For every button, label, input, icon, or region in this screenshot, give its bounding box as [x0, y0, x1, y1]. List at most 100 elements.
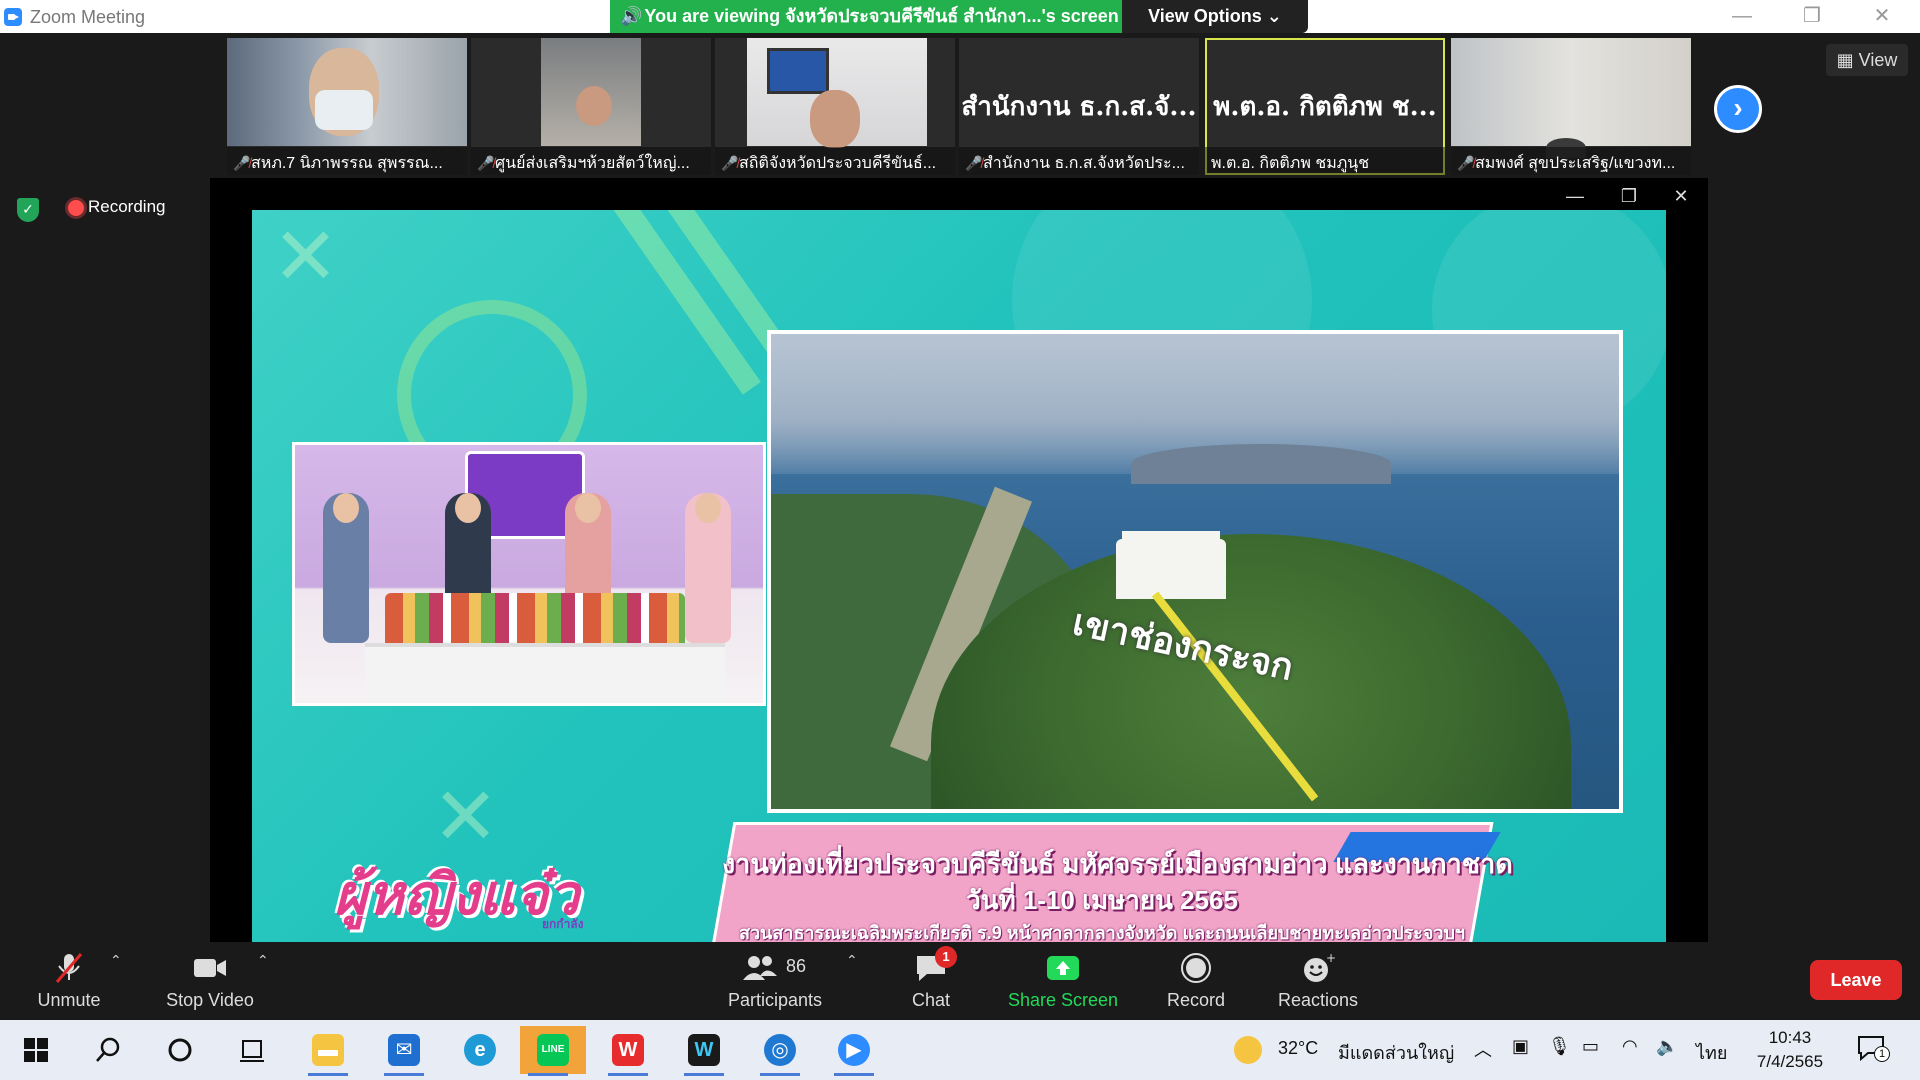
- recording-indicator[interactable]: Recording: [62, 193, 166, 221]
- weather-temperature[interactable]: 32°C: [1278, 1038, 1318, 1059]
- chat-unread-badge: 1: [935, 946, 957, 968]
- product-display: [385, 593, 685, 643]
- banner-line-1: งานท่องเที่ยวประจวบคีรีขันธ์ มหัศจรรย์เม…: [722, 849, 1513, 879]
- next-page-button[interactable]: ›: [1714, 85, 1762, 133]
- taskbar-line[interactable]: LINE: [520, 1026, 586, 1076]
- cortana-button[interactable]: [152, 1026, 208, 1074]
- volume-icon[interactable]: 🔈: [1656, 1036, 1678, 1057]
- event-banner: งานท่องเที่ยวประจวบคีรีขันธ์ มหัศจรรย์เม…: [710, 822, 1513, 942]
- viewing-banner-text: You are viewing จังหวัดประจวบคีรีขันธ์ ส…: [644, 6, 1119, 26]
- participant-thumb-5-active-speaker[interactable]: พ.ต.อ. กิตติภพ ช... พ.ต.อ. กิตติภพ ชมภูน…: [1205, 38, 1445, 175]
- start-button[interactable]: [8, 1026, 64, 1074]
- close-icon[interactable]: ✕: [1654, 178, 1708, 214]
- share-screen-label: Share Screen: [1007, 990, 1119, 1010]
- unmute-button[interactable]: Unmute: [22, 942, 116, 1020]
- edge-browser-icon: e: [464, 1034, 496, 1066]
- notification-button[interactable]: 1: [1856, 1034, 1890, 1066]
- participant-name: สำนักงาน ธ.ก.ส.จังหวัดประ...: [983, 155, 1185, 172]
- participant-name: สมพงศ์ สุขประเสริฐ/แขวงท...: [1475, 155, 1676, 172]
- notification-count: 1: [1874, 1046, 1890, 1062]
- svg-text:+: +: [1326, 952, 1336, 965]
- taskbar-clock[interactable]: 10:43 7/4/2565: [1740, 1026, 1840, 1074]
- participant-thumb-1[interactable]: 🎤̸สหภ.7 นิภาพรรณ สุพรรณ...: [227, 38, 467, 175]
- banner-line-2: วันที่ 1-10 เมษายน 2565: [966, 885, 1238, 915]
- leave-button[interactable]: Leave: [1810, 960, 1902, 1000]
- decorative-x-icon: ✕: [272, 212, 340, 301]
- viewing-banner: 🔊 You are viewing จังหวัดประจวบคีรีขันธ์ …: [610, 0, 1122, 33]
- participant-thumb-4[interactable]: สำนักงาน ธ.ก.ส.จั... 🎤̸สำนักงาน ธ.ก.ส.จั…: [959, 38, 1199, 175]
- audio-options-caret-icon[interactable]: ⌃: [110, 952, 122, 969]
- task-view-icon: [240, 1040, 264, 1062]
- clock-date: 7/4/2565: [1756, 1052, 1824, 1071]
- mic-muted-icon: [51, 952, 87, 984]
- search-icon: [96, 1037, 120, 1062]
- participant-name: ศูนย์ส่งเสริมฯห้วยสัตว์ใหญ่...: [495, 155, 690, 172]
- zoom-icon: ▶: [838, 1034, 870, 1066]
- folder-icon: ▬: [312, 1034, 344, 1066]
- taskbar-file-explorer[interactable]: ▬: [300, 1026, 356, 1076]
- distant-mountain: [1131, 444, 1391, 484]
- wall-picture: [767, 48, 829, 94]
- view-layout-button[interactable]: ▦ View: [1826, 44, 1908, 76]
- chat-button[interactable]: 1 Chat: [902, 942, 960, 1020]
- taskbar-mail[interactable]: ✉: [376, 1026, 432, 1076]
- tray-expand-chevron-icon[interactable]: ︿: [1474, 1036, 1492, 1062]
- taskbar-zoom[interactable]: ▶: [826, 1026, 882, 1076]
- participants-count: 86: [786, 956, 807, 976]
- participants-button[interactable]: 86 Participants: [720, 942, 830, 1020]
- presenter-3-head: [575, 493, 601, 523]
- record-label: Record: [1166, 990, 1226, 1010]
- participants-options-caret-icon[interactable]: ⌃: [846, 952, 858, 969]
- share-screen-icon: [1045, 952, 1081, 984]
- taskbar-wps[interactable]: W: [600, 1026, 656, 1076]
- chat-bubble-icon: 1: [913, 946, 957, 984]
- mail-icon: ✉: [388, 1034, 420, 1066]
- studio-video-inset: [292, 442, 766, 706]
- participants-icon: 86: [730, 952, 820, 984]
- clock-time: 10:43: [1768, 1028, 1812, 1047]
- record-button[interactable]: Record: [1160, 942, 1232, 1020]
- window-title: Zoom Meeting: [30, 7, 146, 27]
- reactions-button[interactable]: + Reactions: [1272, 942, 1364, 1020]
- share-screen-button[interactable]: Share Screen: [1002, 942, 1124, 1020]
- close-button[interactable]: ✕: [1852, 0, 1912, 33]
- participant-thumb-6[interactable]: 🎤̸สมพงศ์ สุขประเสริฐ/แขวงท...: [1451, 38, 1691, 175]
- face-mask: [315, 90, 373, 130]
- input-language[interactable]: ไทย: [1696, 1038, 1727, 1067]
- weather-sun-icon[interactable]: [1234, 1036, 1262, 1064]
- participant-name: สถิติจังหวัดประจวบคีรีขันธ์...: [739, 155, 937, 172]
- battery-icon[interactable]: ▭: [1582, 1036, 1599, 1057]
- task-view-button[interactable]: [224, 1026, 280, 1074]
- restore-icon[interactable]: ❐: [1602, 178, 1656, 214]
- search-button[interactable]: [80, 1026, 136, 1074]
- shared-window-controls: — ❐ ✕: [1548, 178, 1708, 214]
- participant-display-name: พ.ต.อ. กิตติภพ ช...: [1213, 92, 1437, 122]
- display-table: [365, 643, 725, 703]
- participant-name: สหภ.7 นิภาพรรณ สุพรรณ...: [251, 155, 443, 172]
- zoom-window: Zoom Meeting — ❐ ✕ 🔊 You are viewing จังห…: [0, 0, 1920, 1080]
- minimize-button[interactable]: —: [1712, 0, 1772, 33]
- windows-taskbar: ▬ ✉ e LINE W W ◎ ▶ 32°C มีแดดส่วนใหญ่ ︿ …: [0, 1020, 1920, 1080]
- taskbar-webex[interactable]: W: [676, 1026, 732, 1076]
- show-logo-subtitle: ยกกำลัง: [542, 917, 584, 931]
- participant-thumb-2[interactable]: 🎤̸ศูนย์ส่งเสริมฯห้วยสัตว์ใหญ่...: [471, 38, 711, 175]
- shared-content-frame: ✕ ✕ เขาช่องกระจก ผู้หญิงแจ๋ว ยกกำลัง งาน…: [252, 210, 1666, 942]
- reactions-label: Reactions: [1277, 990, 1359, 1010]
- stop-video-button[interactable]: Stop Video: [160, 942, 260, 1020]
- weather-description[interactable]: มีแดดส่วนใหญ่: [1338, 1038, 1454, 1067]
- microphone-icon[interactable]: 🎙: [1548, 1036, 1571, 1057]
- restore-button[interactable]: ❐: [1782, 0, 1842, 33]
- view-options-button[interactable]: View Options ⌄: [1122, 0, 1308, 33]
- taskbar-snip[interactable]: ◎: [752, 1026, 808, 1076]
- participant-thumb-3[interactable]: 🎤̸สถิติจังหวัดประจวบคีรีขันธ์...: [715, 38, 955, 175]
- minimize-icon[interactable]: —: [1548, 178, 1602, 214]
- wifi-icon[interactable]: ◠: [1622, 1036, 1638, 1057]
- speaker-icon: 🔊: [620, 6, 643, 26]
- video-options-caret-icon[interactable]: ⌃: [257, 952, 269, 969]
- chevron-right-icon: ›: [1733, 92, 1743, 123]
- taskbar-edge[interactable]: e: [452, 1026, 508, 1074]
- shield-check-icon[interactable]: ✓: [17, 198, 39, 222]
- mic-muted-icon: 🎤̸: [721, 155, 739, 171]
- webex-icon: W: [688, 1034, 720, 1066]
- meet-now-icon[interactable]: ▣: [1512, 1036, 1529, 1057]
